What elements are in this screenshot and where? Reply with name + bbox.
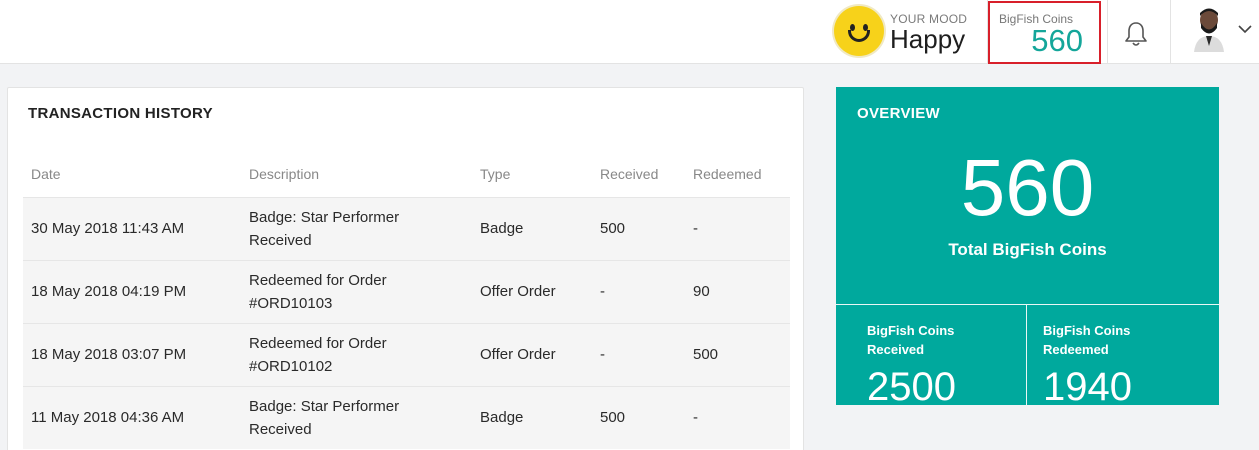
cell-received: 500 bbox=[600, 220, 626, 237]
chevron-down-icon[interactable] bbox=[1236, 22, 1254, 36]
overview-title: OVERVIEW bbox=[857, 105, 940, 122]
table-header: Date Description Type Received Redeemed bbox=[23, 150, 790, 197]
cell-description: Badge: Star Performer Received bbox=[249, 206, 459, 252]
header-divider bbox=[1107, 0, 1108, 64]
card-title: TRANSACTION HISTORY bbox=[28, 105, 213, 122]
cell-received: - bbox=[600, 346, 605, 363]
cell-redeemed: 90 bbox=[693, 283, 710, 300]
cell-type: Offer Order bbox=[480, 346, 556, 363]
table-row[interactable]: 18 May 2018 04:19 PM Redeemed for Order … bbox=[23, 260, 790, 323]
table-row[interactable]: 18 May 2018 03:07 PM Redeemed for Order … bbox=[23, 323, 790, 386]
avatar[interactable] bbox=[1188, 6, 1230, 52]
column-header-received[interactable]: Received bbox=[600, 166, 658, 182]
top-header: YOUR MOOD Happy BigFish Coins 560 bbox=[0, 0, 1259, 64]
mood-value: Happy bbox=[890, 24, 966, 54]
cell-redeemed: - bbox=[693, 409, 698, 426]
description-line: Received bbox=[249, 421, 312, 438]
cell-description: Badge: Star Performer Received bbox=[249, 395, 459, 441]
table-row[interactable]: 11 May 2018 04:36 AM Badge: Star Perform… bbox=[23, 386, 790, 449]
cell-description: Redeemed for Order #ORD10103 bbox=[249, 269, 459, 315]
cell-redeemed: - bbox=[693, 220, 698, 237]
cell-date: 18 May 2018 04:19 PM bbox=[31, 283, 187, 300]
description-line: Badge: Star Performer bbox=[249, 209, 400, 226]
coins-redeemed-label: BigFish Coins Redeemed bbox=[1043, 323, 1131, 357]
coins-value: 560 bbox=[1031, 23, 1083, 58]
cell-type: Badge bbox=[480, 409, 524, 426]
cell-date: 30 May 2018 11:43 AM bbox=[31, 220, 185, 237]
total-coins-value: 560 bbox=[960, 143, 1095, 232]
coins-balance[interactable]: BigFish Coins 560 bbox=[988, 1, 1101, 64]
coins-received-value: 2500 bbox=[867, 365, 956, 409]
description-line: #ORD10103 bbox=[249, 295, 333, 312]
column-header-redeemed[interactable]: Redeemed bbox=[693, 166, 762, 182]
cell-redeemed: 500 bbox=[693, 346, 719, 363]
header-divider bbox=[1170, 0, 1171, 64]
coins-received-label: BigFish Coins Received bbox=[867, 323, 955, 357]
table-row[interactable]: 30 May 2018 11:43 AM Badge: Star Perform… bbox=[23, 197, 790, 260]
cell-date: 11 May 2018 04:36 AM bbox=[31, 409, 185, 426]
smiley-face-icon bbox=[834, 6, 884, 56]
description-line: #ORD10102 bbox=[249, 358, 333, 375]
cell-received: 500 bbox=[600, 409, 626, 426]
overview-divider bbox=[836, 304, 1219, 305]
column-header-description[interactable]: Description bbox=[249, 166, 319, 182]
mood-widget[interactable]: YOUR MOOD Happy bbox=[832, 4, 982, 58]
transaction-table: Date Description Type Received Redeemed … bbox=[23, 150, 790, 449]
bell-icon[interactable] bbox=[1122, 20, 1150, 48]
cell-date: 18 May 2018 03:07 PM bbox=[31, 346, 187, 363]
cell-description: Redeemed for Order #ORD10102 bbox=[249, 332, 459, 378]
total-coins-label: Total BigFish Coins bbox=[948, 240, 1107, 259]
description-line: Redeemed for Order bbox=[249, 335, 387, 352]
overview-panel: OVERVIEW 560 Total BigFish Coins BigFish… bbox=[836, 87, 1219, 409]
transaction-history-card: TRANSACTION HISTORY Date Description Typ… bbox=[7, 87, 804, 450]
overview-divider bbox=[1026, 304, 1027, 405]
cell-type: Offer Order bbox=[480, 283, 556, 300]
description-line: Redeemed for Order bbox=[249, 272, 387, 289]
coins-redeemed-value: 1940 bbox=[1043, 365, 1132, 409]
description-line: Badge: Star Performer bbox=[249, 398, 400, 415]
column-header-type[interactable]: Type bbox=[480, 166, 510, 182]
cell-type: Badge bbox=[480, 220, 524, 237]
cell-received: - bbox=[600, 283, 605, 300]
column-header-date[interactable]: Date bbox=[31, 166, 61, 182]
description-line: Received bbox=[249, 232, 312, 249]
